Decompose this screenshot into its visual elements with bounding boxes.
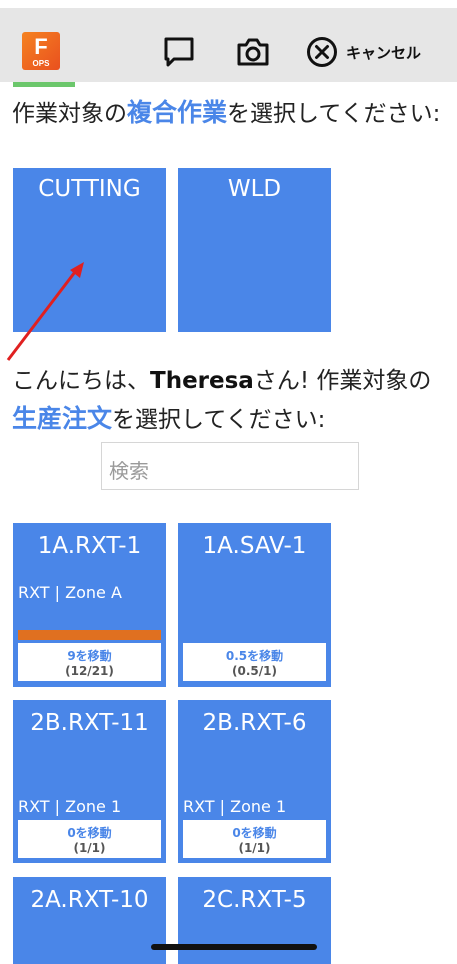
- order-progress-bar: [18, 630, 161, 640]
- workflow-tile-label: WLD: [227, 176, 282, 202]
- order-move-count: (1/1): [73, 841, 106, 855]
- workflow-highlight: 複合作業: [127, 98, 228, 127]
- order-title: 2B.RXT-6: [202, 710, 307, 736]
- order-move-box: 0を移動 (1/1): [183, 820, 326, 858]
- annotation-arrow-icon: [6, 262, 84, 361]
- order-title: 1A.RXT-1: [37, 533, 142, 559]
- order-move-count: (1/1): [238, 841, 271, 855]
- green-indicator: [13, 82, 75, 87]
- order-title: 1A.SAV-1: [202, 533, 307, 559]
- order-move-count: (12/21): [65, 664, 114, 678]
- order-move-box: 0.5を移動 (0.5/1): [183, 643, 326, 681]
- order-move-label: 9を移動: [67, 649, 112, 663]
- order-tile[interactable]: 2A.RXT-10: [13, 877, 166, 964]
- order-title: 2B.RXT-11: [30, 710, 149, 736]
- close-circle-icon: [307, 37, 337, 67]
- status-strip: [0, 0, 457, 8]
- order-prompt: こんにちは、Theresaさん! 作業対象の 生産注文を選択してください:: [12, 368, 432, 433]
- user-name: Theresa: [150, 368, 254, 394]
- chat-icon[interactable]: [162, 35, 196, 69]
- order-title: 2A.RXT-10: [30, 887, 149, 913]
- search-placeholder: 検索: [109, 459, 149, 483]
- logo-letter: F: [34, 34, 48, 59]
- cancel-button[interactable]: キャンセル: [306, 36, 421, 68]
- order-move-label: 0を移動: [232, 826, 277, 840]
- order-move-box: 0を移動 (1/1): [18, 820, 161, 858]
- order-move-label: 0を移動: [67, 826, 112, 840]
- order-move-box: 9を移動 (12/21): [18, 643, 161, 681]
- order-title: 2C.RXT-5: [202, 887, 307, 913]
- top-bar: F OPS キャンセル: [0, 0, 457, 82]
- order-zone: RXT | Zone A: [18, 583, 122, 602]
- workflow-prompt: 作業対象の複合作業を選択してください:: [12, 98, 441, 127]
- order-tile[interactable]: 1A.RXT-1 RXT | Zone A 9を移動 (12/21): [13, 523, 166, 687]
- order-move-count: (0.5/1): [232, 664, 277, 678]
- order-tile[interactable]: 1A.SAV-1 0.5を移動 (0.5/1): [178, 523, 331, 687]
- order-move-label: 0.5を移動: [225, 649, 284, 663]
- workflow-tile-wld[interactable]: WLD: [178, 168, 331, 332]
- workflow-tile-label: CUTTING: [38, 176, 141, 202]
- app-logo: F OPS: [22, 32, 60, 70]
- order-zone: RXT | Zone 1: [183, 797, 287, 816]
- order-tile[interactable]: 2C.RXT-5: [178, 877, 331, 964]
- search-input[interactable]: 検索: [101, 442, 359, 490]
- order-zone: RXT | Zone 1: [18, 797, 122, 816]
- order-tile[interactable]: 2B.RXT-6 RXT | Zone 1 0を移動 (1/1): [178, 700, 331, 863]
- order-tile[interactable]: 2B.RXT-11 RXT | Zone 1 0を移動 (1/1): [13, 700, 166, 863]
- order-highlight: 生産注文: [12, 404, 113, 433]
- cancel-label: キャンセル: [346, 43, 422, 62]
- logo-sub: OPS: [32, 59, 50, 68]
- camera-icon[interactable]: [236, 35, 270, 69]
- home-indicator[interactable]: [151, 944, 317, 950]
